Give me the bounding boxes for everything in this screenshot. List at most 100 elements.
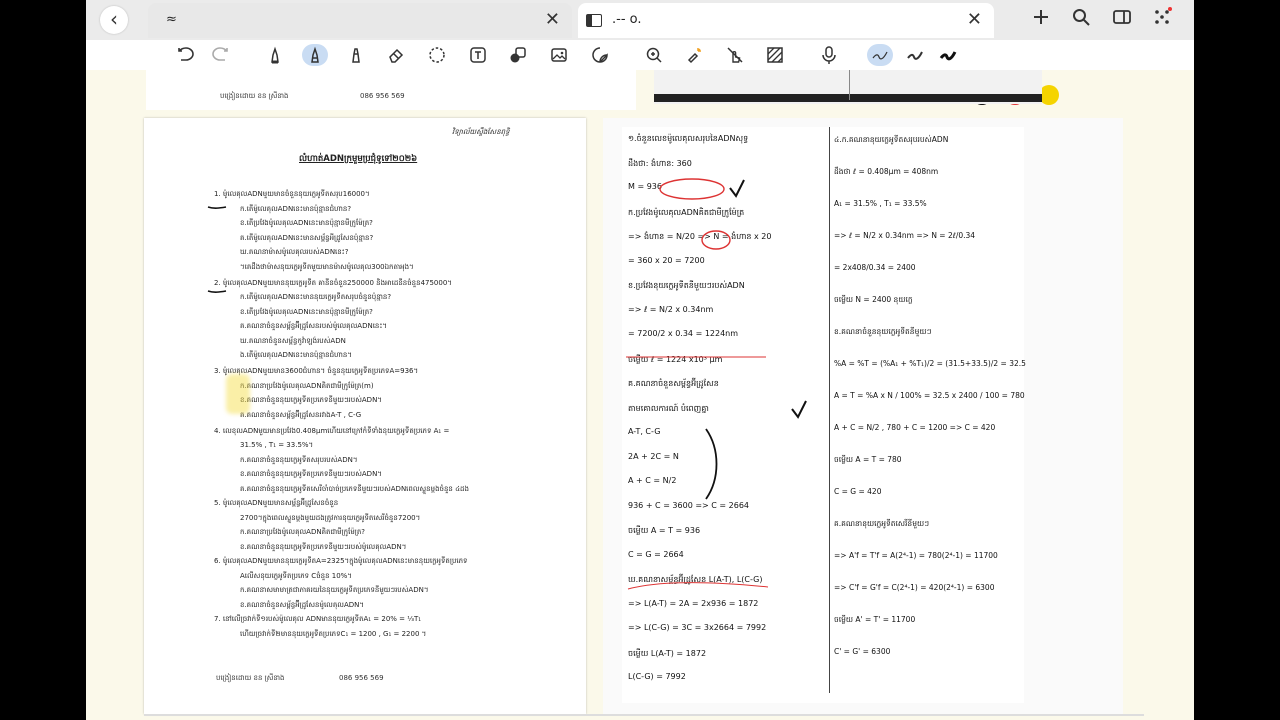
zoom-in-icon — [646, 47, 662, 63]
sidebar-icon — [1113, 10, 1131, 24]
touch-draw-toggle-button[interactable] — [724, 44, 746, 66]
footer-teacher: បង្រៀនដោយ ខន ស្រីនាង — [220, 92, 289, 100]
tab-title: .-- o. — [612, 12, 642, 27]
zoom-button[interactable] — [643, 44, 665, 66]
pencil-icon — [311, 46, 319, 63]
laser-pointer-button[interactable] — [683, 44, 705, 66]
footer-phone: 086 956 569 — [360, 92, 405, 100]
column-divider-line — [829, 127, 830, 693]
highlighter-icon — [352, 48, 360, 63]
question-line: ខ.គណនាចំនួននុយក្លេអូទីតប្រភេទនីមួយៗរបស់A… — [240, 470, 382, 478]
redo-icon — [212, 47, 228, 61]
red-annotations — [626, 178, 807, 590]
redo-button[interactable] — [209, 44, 231, 66]
stroke-thin-icon — [872, 51, 888, 60]
handwritten-solution-scan: ១.ចំនួនលេខម៉ូលេគុលសរុបនៃADNសុទ្ធ ដឹងថា: ង… — [622, 127, 1026, 703]
question-line: 1. ម៉ូលេគុលADNមួយមានចំនួននុយក្លេអូទីតសរុ… — [214, 190, 370, 198]
grid-dots-icon — [1155, 7, 1172, 24]
search-button[interactable] — [1067, 6, 1095, 34]
highlight-mark — [226, 374, 250, 414]
eraser-tool-button[interactable] — [385, 44, 407, 66]
hatch-pattern-icon — [767, 47, 783, 63]
pen-annotations — [207, 206, 227, 293]
search-icon — [1073, 9, 1090, 26]
question-line: ង.តើម៉ូលេគុលADNនេះមានប៉ុន្មានជំហាន។ — [240, 351, 352, 359]
image-tool-button[interactable] — [548, 44, 570, 66]
pen-tool-button[interactable] — [264, 44, 286, 66]
close-icon[interactable]: ✕ — [545, 9, 560, 30]
question-line: ក.គណនាប្រវែងម៉ូលេគុលADNគិតជាមីក្រូម៉ែត្រ… — [240, 528, 366, 536]
undo-button[interactable] — [175, 44, 197, 66]
lasso-tool-button[interactable] — [426, 44, 448, 66]
color-yellow-swatch[interactable] — [1039, 85, 1059, 105]
question-line: គ.គណនាចំនួនសម្ព័ន្ធអ៊ីដ្រូសែនរបស់ម៉ូលេគុ… — [240, 322, 388, 330]
question-line: 4. លេខុលADNមួយមានប្រវែង0.408μmហើយនៅក្រៅក… — [214, 426, 450, 435]
lasso-icon — [429, 47, 445, 63]
plus-icon — [1034, 10, 1048, 24]
question-line: 6. ម៉ូលេគុលADNមួយមាននុយក្លេអូទីតA=2325។ក… — [214, 557, 468, 565]
worksheet-page: វិទ្យាល័យស្ទឹងសែនពុទ្ធិ លំហាត់ADNក្រមួមប… — [144, 118, 586, 714]
question-line: ក.តើម៉ូលេគុលADNនេះមានប៉ុន្មានជំហាន? — [240, 204, 352, 213]
question-line: 2700។ក្នុងពេលស្ទួនម្តងមួយដងត្រូវការនុយក្… — [240, 513, 421, 522]
page-edge-shadow — [654, 94, 1042, 102]
shapes-tool-button[interactable] — [507, 44, 529, 66]
tab-bar: ‹ ≈ ✕ .-- o. ✕ — [86, 0, 1194, 40]
footer-teacher: បង្រៀនដោយ ខន ស្រីនាង — [216, 674, 285, 682]
previous-page-left: បង្រៀនដោយ ខន ស្រីនាង 086 956 569 — [146, 70, 636, 110]
question-line: ឃ.គណនាម៉ាសម៉ូលេគុលរបស់ADNនេះ? — [240, 248, 349, 256]
laser-pointer-icon — [687, 48, 701, 64]
question-line: Aលើសនុយក្លេអូទីតប្រភេទ Cចំនួន 10%។ — [240, 571, 352, 580]
close-icon[interactable]: ✕ — [967, 9, 982, 30]
microphone-icon — [822, 46, 836, 64]
stroke-medium-icon — [907, 51, 923, 60]
question-line: 7. នៅលើច្រវាក់ទី១របស់ម៉ូលេគុល ADNមាននុយក… — [214, 615, 422, 623]
pen-stroke-medium-button[interactable] — [904, 44, 926, 66]
question-line: 5. ម៉ូលេគុលADNមួយមានសម្ព័ន្ធអ៊ីដ្រូសែនចំ… — [214, 499, 339, 507]
pencil-tool-button[interactable] — [302, 44, 328, 66]
question-line: ឃ.គណនាចំនួនសម្ព័ន្ធកូវ៉ាឡង់របស់ADN — [240, 336, 346, 345]
notes-app: ‹ ≈ ✕ .-- o. ✕ បង្រៀនដោយ ខន ស្រីនាង 086 … — [86, 0, 1194, 720]
question-line: ក.គណនាចំនួននុយក្លេអូទីតសរុបរបស់ADN។ — [240, 455, 358, 464]
image-icon — [551, 48, 567, 62]
microphone-button[interactable] — [818, 44, 840, 66]
question-line: ខ.តើប្រវែងម៉ូលេគុលADNនេះមានប៉ុន្មានមីក្រ… — [240, 219, 373, 227]
eraser-icon — [389, 48, 404, 63]
question-line: ។គេដឹងថាម៉ាសនុយក្លេអូទីតមួយមានម៉ាសម៉ូលេគ… — [240, 262, 414, 271]
question-line: ខ.តើប្រវែងម៉ូលេគុលADNនេះមានប៉ុន្មានមីក្រ… — [240, 307, 373, 316]
undo-icon — [178, 47, 194, 61]
page-bottom-edge — [144, 714, 1144, 716]
question-line: 2. ម៉ូលេគុលADNមួយមាននុយក្លេអូទីត គានីនចំ… — [214, 278, 452, 287]
more-button[interactable] — [1148, 6, 1176, 34]
pen-stroke-thin-button[interactable] — [867, 44, 893, 66]
footer-phone: 086 956 569 — [339, 674, 384, 682]
question-line: ក.គណនាប្រវែងម៉ូលេគុលADNគិតជាមីក្រូម៉ែត្រ… — [240, 381, 374, 390]
school-name: វិទ្យាល័យស្ទឹងសែនពុទ្ធិ — [452, 128, 510, 136]
question-line: គ.គណនាចំនួននុយក្លេអូទីតសេរីចាំបាច់ប្រភេទ… — [240, 484, 469, 493]
drawing-toolbar — [86, 40, 1194, 105]
tab-1[interactable]: ≈ ✕ — [148, 3, 572, 38]
background-pattern-button[interactable] — [764, 44, 786, 66]
back-button[interactable]: ‹ — [100, 6, 128, 34]
sticker-tool-button[interactable] — [589, 44, 611, 66]
sidebar-toggle-button[interactable] — [1108, 6, 1136, 34]
document-icon — [586, 14, 602, 27]
text-tool-button[interactable] — [467, 44, 489, 66]
question-line: គ.គណនាចំនួនសម្ព័ន្ធអ៊ីដ្រូសែនរវាងA-T , C… — [240, 410, 362, 419]
pen-icon — [271, 46, 279, 64]
previous-page-right — [654, 70, 1042, 104]
highlighter-tool-button[interactable] — [345, 44, 367, 66]
tab-2-active[interactable]: .-- o. ✕ — [578, 3, 994, 38]
pen-stroke-thick-button[interactable] — [937, 44, 959, 66]
question-line: ខ.គណនាចំនួននុយក្លេអូទីតប្រភេទនីមួយៗរបស់A… — [240, 396, 382, 404]
question-line: ខ.គណនាចំនួននុយក្លេអូទីតប្រភេទនីមួយៗរបស់ម… — [240, 542, 407, 551]
sticker-icon — [592, 47, 608, 63]
question-line: គ.តើម៉ូលេគុលADNនេះមានសម្ព័ន្ធអីដ្រូសែនប៉… — [240, 233, 374, 242]
chevron-left-icon: ‹ — [110, 7, 118, 31]
new-tab-button[interactable] — [1027, 6, 1055, 34]
column-divider — [849, 70, 850, 100]
question-line: 31.5% , T₁ = 33.5%។ — [240, 441, 314, 449]
shapes-icon — [510, 47, 526, 63]
question-line: ខ.គណនាចំនួនសម្ព័ន្ធអ៊ីដ្រូសែនម៉ូលេគុលADN… — [240, 600, 364, 609]
text-box-icon — [470, 47, 486, 63]
question-line: ក.តើម៉ូលេគុលADNនេះមាននុយក្លេអូទីតសរុបចំន… — [240, 293, 392, 301]
